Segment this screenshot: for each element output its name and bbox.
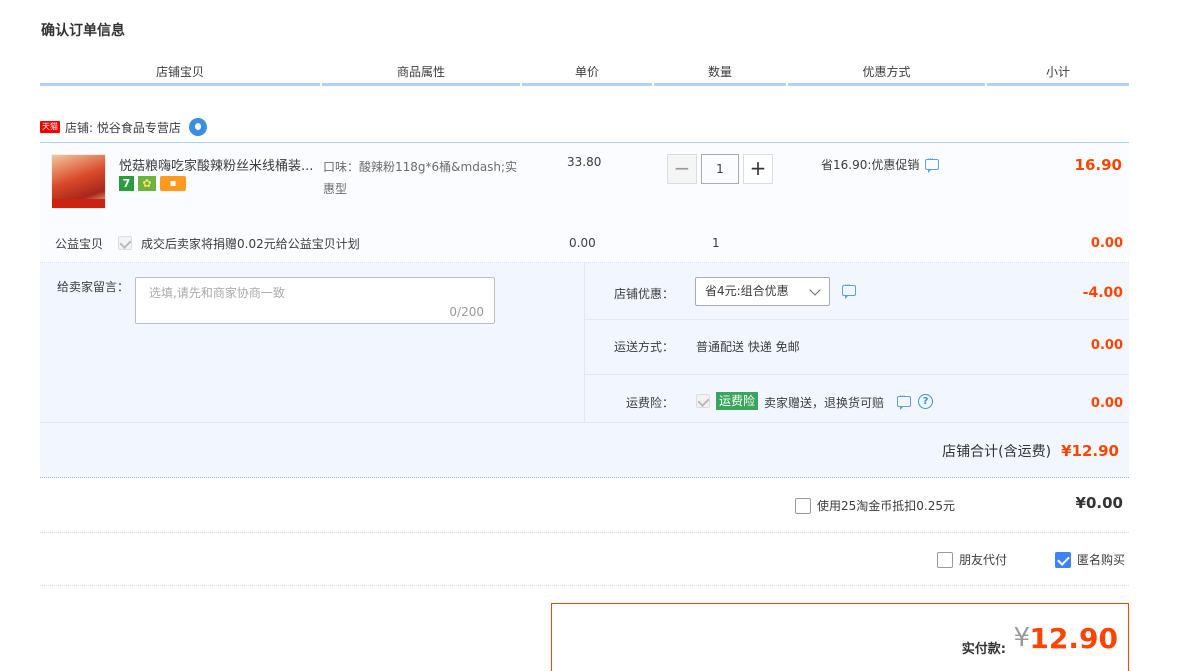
discount-value: -4.00: [1082, 285, 1123, 301]
insurance-label: 运费险：: [625, 396, 674, 410]
item-thumbnail[interactable]: [51, 154, 106, 209]
store-total-label: 店铺合计(含运费): [942, 444, 1052, 460]
shipping-value: 0.00: [1090, 338, 1123, 353]
coin-checkbox[interactable]: [795, 497, 811, 514]
payment-summary: 实付款: ¥ 12.90: [551, 603, 1129, 671]
charity-label: 公益宝贝: [55, 237, 104, 251]
col-header-attr: 商品属性: [322, 64, 520, 86]
item-promo-text: 省16.90:优惠促销: [821, 158, 920, 172]
friend-pay-checkbox[interactable]: [937, 551, 953, 568]
credit-card-icon[interactable]: ▪: [160, 176, 186, 191]
item-title-link[interactable]: 悦菇粮嗨吃家酸辣粉丝米线桶装...: [119, 155, 315, 174]
store-total: 店铺合计(含运费) ¥12.90: [942, 441, 1119, 461]
coin-label: 使用25淘金币抵扣0.25元: [817, 499, 955, 513]
promo-comment-icon[interactable]: [925, 155, 940, 173]
item-unit-price: 33.80: [567, 155, 602, 169]
shipping-label: 运送方式：: [613, 340, 674, 354]
seven-day-return-icon[interactable]: 7: [119, 176, 134, 191]
shop-row: 天猫 店铺: 悦谷食品专营店: [40, 117, 207, 137]
friend-pay-label: 朋友代付: [959, 553, 1008, 567]
options-row-divider: [585, 319, 1129, 320]
service-guarantee-icon[interactable]: ✿: [138, 176, 156, 191]
item-subtotal: 16.90: [1074, 156, 1122, 174]
charity-checkbox: [118, 236, 132, 250]
col-header-promo: 优惠方式: [788, 64, 985, 86]
col-header-subtotal: 小计: [987, 64, 1129, 86]
col-header-price: 单价: [522, 64, 652, 86]
charity-qty: 1: [712, 236, 720, 250]
tmall-icon: 天猫: [40, 121, 60, 133]
memo-label: 给卖家留言：: [57, 280, 130, 294]
anonymous-checkbox[interactable]: [1055, 551, 1071, 568]
options-row-divider: [585, 374, 1129, 375]
memo-char-count: 0/200: [449, 305, 484, 319]
insurance-text: 卖家赠送，退换货可赔: [764, 396, 885, 410]
insurance-tag: 运费险: [716, 392, 759, 410]
quantity-minus-button[interactable]: −: [667, 154, 697, 184]
insurance-checkbox: [696, 394, 710, 408]
chevron-down-icon: [809, 284, 821, 296]
yen-sign: ¥: [1013, 623, 1030, 653]
col-header-qty: 数量: [654, 64, 786, 86]
item-attribute: 口味：酸辣粉118g*6桶&mdash;实惠型: [323, 160, 518, 196]
charity-subtotal: 0.00: [1090, 236, 1123, 251]
taobao-coin-option[interactable]: 使用25淘金币抵扣0.25元: [795, 497, 955, 514]
quantity-stepper: − 1 +: [667, 154, 773, 184]
anonymous-purchase-option[interactable]: 匿名购买: [1055, 551, 1125, 568]
col-header-item: 店铺宝贝: [40, 64, 320, 86]
friend-pay-option[interactable]: 朋友代付: [937, 551, 1007, 568]
charity-price: 0.00: [569, 236, 596, 250]
discount-label: 店铺优惠：: [613, 287, 674, 301]
insurance-comment-icon[interactable]: [897, 392, 911, 410]
item-service-badges: 7 ✿ ▪: [119, 176, 186, 191]
coin-value: ¥0.00: [1075, 494, 1123, 512]
options-divider: [584, 263, 585, 422]
help-icon[interactable]: ?: [918, 394, 933, 409]
page-title: 确认订单信息: [41, 23, 125, 39]
divider: [40, 532, 1129, 533]
quantity-input[interactable]: 1: [701, 154, 739, 184]
payment-label: 实付款:: [961, 642, 1006, 657]
anonymous-label: 匿名购买: [1077, 553, 1126, 567]
quantity-plus-button[interactable]: +: [743, 154, 773, 184]
store-discount-select[interactable]: 省4元:组合优惠: [695, 277, 830, 306]
shop-name-link[interactable]: 店铺: 悦谷食品专营店: [65, 119, 181, 136]
memo-placeholder: 选填,请先和商家协商一致: [149, 286, 285, 300]
discount-comment-icon[interactable]: [842, 281, 856, 299]
payment-amount: 12.90: [1029, 622, 1118, 655]
charity-text: 成交后卖家将捐赠0.02元给公益宝贝计划: [141, 237, 360, 251]
store-total-divider: [40, 422, 1129, 423]
seller-memo-textarea[interactable]: 选填,请先和商家协商一致 0/200: [135, 277, 495, 324]
insurance-value: 0.00: [1090, 396, 1123, 411]
item-promo: 省16.90:优惠促销: [821, 155, 940, 173]
shipping-method: 普通配送 快递 免邮: [696, 340, 800, 354]
divider: [40, 585, 1129, 586]
wangwang-chat-icon[interactable]: [188, 118, 207, 136]
store-total-value: ¥12.90: [1061, 442, 1119, 460]
store-discount-selected: 省4元:组合优惠: [705, 284, 789, 298]
